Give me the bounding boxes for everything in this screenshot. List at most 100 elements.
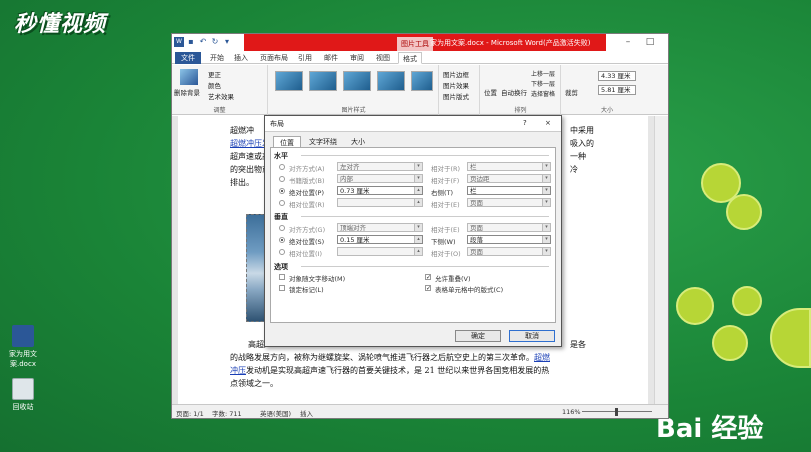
h-alignment-relative-select[interactable]: 栏 ▾	[467, 162, 551, 171]
picture-style-thumb[interactable]	[275, 71, 303, 91]
tab-view[interactable]: 视图	[376, 52, 390, 64]
position-button[interactable]: 位置	[484, 87, 497, 97]
label: 绝对位置(S)	[289, 238, 325, 246]
cancel-button[interactable]: 取消	[509, 330, 555, 342]
status-words[interactable]: 字数: 711	[212, 408, 242, 418]
divider	[301, 155, 549, 156]
desktop-icon-label: 回收站	[12, 403, 34, 411]
redo-icon[interactable]: ↻	[210, 37, 220, 47]
v-relative-relative-select[interactable]: 页面 ▾	[467, 247, 551, 256]
label: 绝对位置(P)	[289, 189, 324, 197]
picture-style-thumb[interactable]	[343, 71, 371, 91]
selection-pane-button[interactable]: 选择窗格	[531, 89, 555, 98]
picture-layout-button[interactable]: 图片版式	[443, 91, 469, 101]
tab-review[interactable]: 审阅	[350, 52, 364, 64]
label: 下侧(W)	[431, 238, 456, 246]
minimize-button[interactable]: –	[618, 35, 638, 49]
desktop-icon-docx[interactable]: 家为用文案.docx	[0, 325, 46, 369]
wrap-text-button[interactable]: 自动换行	[501, 87, 527, 97]
picture-style-thumb[interactable]	[377, 71, 405, 91]
label: 锁定标记(L)	[289, 286, 324, 294]
v-absolute-relative-select[interactable]: 段落 ▾	[467, 235, 551, 244]
tab-insert[interactable]: 插入	[234, 52, 248, 64]
picture-style-thumb[interactable]	[411, 71, 433, 91]
label: 对象随文字移动(M)	[289, 275, 346, 283]
label: 表格单元格中的版式(C)	[435, 286, 504, 294]
tab-format[interactable]: 格式	[398, 52, 422, 64]
v-alignment-relative-select[interactable]: 页面 ▾	[467, 223, 551, 232]
radio-v-absolute[interactable]	[279, 237, 285, 243]
checkbox-move-with-text[interactable]	[279, 274, 285, 280]
book-layout-select[interactable]: 内部 ▾	[337, 174, 423, 183]
picture-style-thumb[interactable]	[309, 71, 337, 91]
send-backward-button[interactable]: 下移一层	[531, 79, 555, 88]
v-alignment-select[interactable]: 顶端对齐 ▾	[337, 223, 423, 232]
h-relative-input[interactable]: ▴	[337, 198, 423, 207]
label: 右侧(T)	[431, 189, 454, 197]
help-button[interactable]: ?	[523, 119, 527, 127]
h-alignment-select[interactable]: 左对齐 ▾	[337, 162, 423, 171]
title-bar: W ▪ ↶ ↻ ▾ 图片工具 家为用文案.docx - Microsoft Wo…	[172, 34, 668, 51]
width-input[interactable]: 5.81 厘米	[598, 85, 636, 95]
document-title: 家为用文案.docx - Microsoft Word(产品激活失败)	[430, 39, 591, 47]
ribbon-group-adjust: 删除背景 更正 颜色 艺术效果 调整	[172, 65, 268, 115]
checkbox-allow-overlap[interactable]: ✓	[425, 274, 431, 281]
baidu-logo: Bai 经验	[656, 414, 764, 444]
doc-line: 中采用	[570, 126, 594, 135]
checkbox-lock-anchor[interactable]	[279, 285, 285, 291]
ribbon: 删除背景 更正 颜色 艺术效果 调整 图片样式 图片边框 图片效果 图片版式 位…	[172, 65, 668, 115]
radio-book-layout[interactable]	[279, 176, 285, 182]
v-absolute-input[interactable]: 0.15 厘米 ▴	[337, 235, 423, 244]
checkbox-layout-in-cell[interactable]: ✓	[425, 285, 431, 292]
status-mode[interactable]: 插入	[300, 408, 313, 418]
close-button[interactable]: ×	[545, 119, 551, 127]
h-absolute-relative-select[interactable]: 栏 ▾	[467, 186, 551, 195]
status-page[interactable]: 页面: 1/1	[176, 408, 204, 418]
tab-file[interactable]: 文件	[175, 52, 201, 64]
radio-h-absolute[interactable]	[279, 188, 285, 194]
picture-effects-button[interactable]: 图片效果	[443, 80, 469, 90]
remove-background-icon	[180, 69, 198, 85]
color-button[interactable]: 颜色	[208, 80, 221, 90]
picture-border-button[interactable]: 图片边框	[443, 69, 469, 79]
radio-h-relative[interactable]	[279, 200, 285, 206]
ok-button[interactable]: 确定	[455, 330, 501, 342]
doc-line: 冷	[570, 165, 578, 174]
correct-button[interactable]: 更正	[208, 69, 221, 79]
zoom-level[interactable]: 116%	[562, 408, 581, 416]
undo-icon[interactable]: ↶	[198, 37, 208, 47]
bring-forward-button[interactable]: 上移一层	[531, 69, 555, 78]
watermark-logo: 秒懂视频	[14, 12, 107, 37]
divider	[301, 266, 549, 267]
tab-references[interactable]: 引用	[298, 52, 312, 64]
crop-button[interactable]: 裁剪	[565, 87, 578, 97]
ribbon-tabs: 文件 开始 插入 页面布局 引用 邮件 审阅 视图 格式	[172, 51, 668, 64]
quick-access-icon[interactable]: ▾	[222, 37, 232, 47]
remove-background-button[interactable]: 删除背景	[174, 87, 200, 97]
radio-h-alignment[interactable]	[279, 164, 285, 170]
label: 相对于(F)	[431, 177, 460, 185]
group-label: 大小	[600, 107, 613, 114]
art-effects-button[interactable]: 艺术效果	[208, 91, 234, 101]
h-relative-relative-select[interactable]: 页面 ▾	[467, 198, 551, 207]
radio-v-alignment[interactable]	[279, 225, 285, 231]
vertical-scrollbar[interactable]	[654, 116, 668, 404]
tab-home[interactable]: 开始	[210, 52, 224, 64]
deco-circle	[676, 287, 714, 325]
h-absolute-input[interactable]: 0.73 厘米 ▴	[337, 186, 423, 195]
height-input[interactable]: 4.33 厘米	[598, 71, 636, 81]
radio-v-relative[interactable]	[279, 249, 285, 255]
deco-circle	[712, 325, 748, 361]
zoom-slider-thumb[interactable]	[615, 408, 618, 416]
tab-page-layout[interactable]: 页面布局	[260, 52, 288, 64]
status-language[interactable]: 英语(美国)	[260, 408, 291, 418]
v-relative-input[interactable]: ▴	[337, 247, 423, 256]
label: 书籍版式(B)	[289, 177, 325, 185]
save-icon[interactable]: ▪	[186, 37, 196, 47]
desktop-icon-recycle-bin[interactable]: 回收站	[0, 378, 46, 412]
book-layout-relative-select[interactable]: 页边距 ▾	[467, 174, 551, 183]
tab-mailings[interactable]: 邮件	[324, 52, 338, 64]
dialog-title: 布局	[270, 120, 284, 128]
label: 相对于(R)	[431, 165, 461, 173]
maximize-button[interactable]: □	[640, 35, 660, 49]
